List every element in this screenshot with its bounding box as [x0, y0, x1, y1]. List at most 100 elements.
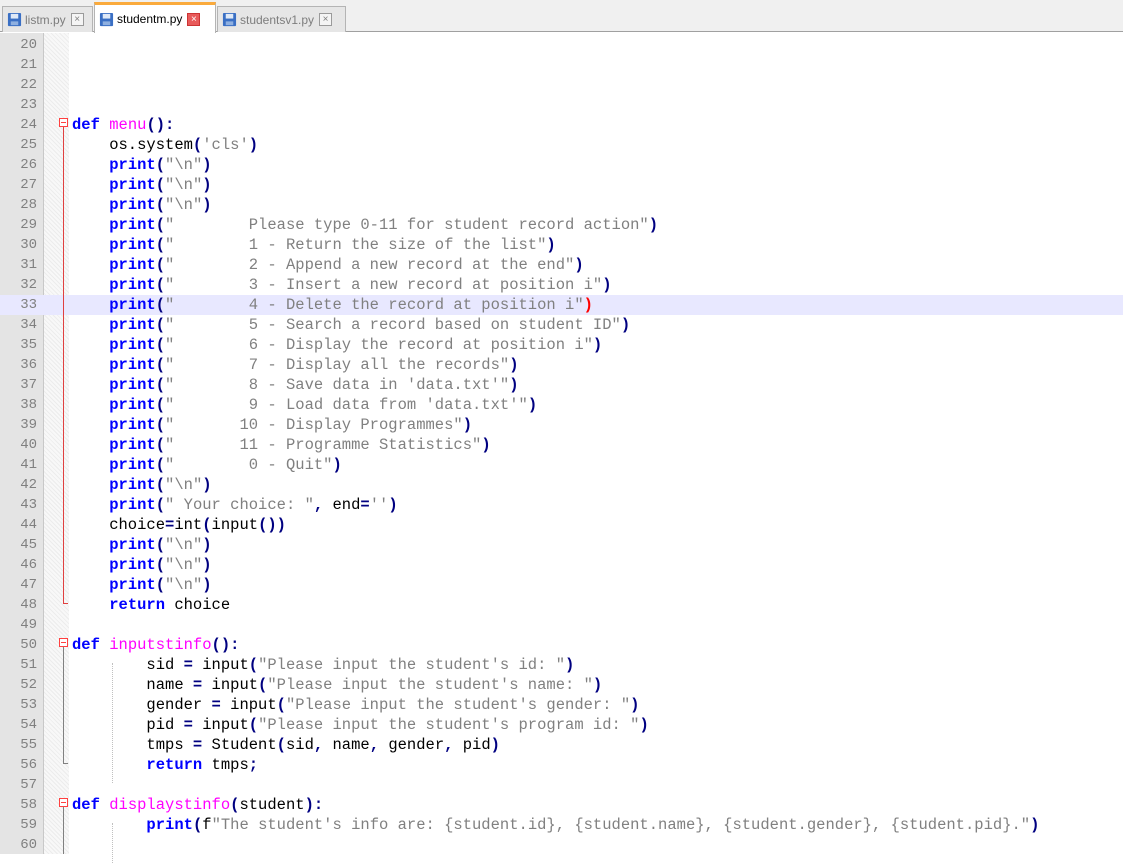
code-token: input [220, 696, 277, 714]
code-line[interactable]: 35 print(" 6 - Display the record at pos… [0, 335, 1123, 355]
code-token: ( [155, 176, 166, 194]
code-line[interactable]: 23 [0, 95, 1123, 115]
code-token: ( [155, 256, 166, 274]
code-line[interactable]: 56 return tmps; [0, 755, 1123, 775]
code-token: f [202, 816, 212, 834]
code-line[interactable]: 60 [0, 835, 1123, 855]
fold-collapse-icon[interactable] [59, 118, 68, 127]
code-token: print [109, 356, 156, 374]
code-token: ( [155, 436, 166, 454]
code-line[interactable]: 46 print("\n") [0, 555, 1123, 575]
code-token: ( [202, 516, 212, 534]
fold-collapse-icon[interactable] [59, 638, 68, 647]
code-token: gender [72, 696, 212, 714]
code-text: print("\n") [72, 575, 211, 595]
code-text: print(" Your choice: ", end='') [72, 495, 397, 515]
line-number: 56 [20, 757, 37, 773]
close-icon[interactable]: × [187, 12, 201, 26]
code-line[interactable]: 49 [0, 615, 1123, 635]
code-line[interactable]: 45 print("\n") [0, 535, 1123, 555]
line-number: 29 [20, 217, 37, 233]
code-line[interactable]: 39 print(" 10 - Display Programmes") [0, 415, 1123, 435]
code-line[interactable]: 59 print(f"The student's info are: {stud… [0, 815, 1123, 835]
fold-collapse-icon[interactable] [59, 798, 68, 807]
code-token: ) [332, 456, 342, 474]
code-token: ) [490, 736, 500, 754]
code-line[interactable]: 27 print("\n") [0, 175, 1123, 195]
code-token: ) [509, 376, 519, 394]
code-line[interactable]: 53 gender = input("Please input the stud… [0, 695, 1123, 715]
code-line[interactable]: 52 name = input("Please input the studen… [0, 675, 1123, 695]
code-line[interactable]: 25 os.system('cls') [0, 135, 1123, 155]
code-token: print [109, 176, 156, 194]
tab-studentsv1[interactable]: studentsv1.py × [217, 6, 346, 32]
code-token: , [369, 736, 380, 754]
tab-studentm[interactable]: studentm.py × [94, 2, 216, 33]
code-line[interactable]: 41 print(" 0 - Quit") [0, 455, 1123, 475]
code-line[interactable]: 30 print(" 1 - Return the size of the li… [0, 235, 1123, 255]
code-line[interactable]: 22 [0, 75, 1123, 95]
code-token: ) [630, 696, 640, 714]
code-line[interactable]: 38 print(" 9 - Load data from 'data.txt'… [0, 395, 1123, 415]
code-line[interactable]: 24 def menu(): [0, 115, 1123, 135]
code-token: ( [155, 236, 166, 254]
code-text: print("\n") [72, 155, 211, 175]
code-token: " 2 - Append a new record at the end" [165, 256, 575, 274]
code-token: " Your choice: " [165, 496, 314, 514]
code-line[interactable]: 32 print(" 3 - Insert a new record at po… [0, 275, 1123, 295]
code-token: def [72, 636, 100, 654]
code-line[interactable]: 34 print(" 5 - Search a record based on … [0, 315, 1123, 335]
tab-listm[interactable]: listm.py × [2, 6, 93, 32]
line-number: 28 [20, 197, 37, 213]
code-line[interactable]: 33 print(" 4 - Delete the record at posi… [0, 295, 1123, 315]
code-token: ( [155, 216, 166, 234]
code-token: pid [453, 736, 491, 754]
code-line[interactable]: 43 print(" Your choice: ", end='') [0, 495, 1123, 515]
code-token: ; [248, 756, 259, 774]
code-token: "Please input the student's name: " [267, 676, 593, 694]
code-line[interactable]: 37 print(" 8 - Save data in 'data.txt'") [0, 375, 1123, 395]
code-line[interactable]: 58 def displaystinfo(student): [0, 795, 1123, 815]
code-line[interactable]: 51 sid = input("Please input the student… [0, 655, 1123, 675]
code-token: ( [155, 496, 166, 514]
close-icon[interactable]: × [70, 13, 84, 26]
code-token: ( [155, 556, 166, 574]
code-line[interactable]: 31 print(" 2 - Append a new record at th… [0, 255, 1123, 275]
code-text: gender = input("Please input the student… [72, 695, 639, 715]
code-line[interactable]: 44 choice=int(input()) [0, 515, 1123, 535]
code-token: " 5 - Search a record based on student I… [165, 316, 621, 334]
fold-end [63, 763, 68, 764]
close-icon[interactable]: × [319, 13, 333, 26]
code-line[interactable]: 50 def inputstinfo(): [0, 635, 1123, 655]
code-line[interactable]: 40 print(" 11 - Programme Statistics") [0, 435, 1123, 455]
code-token: print [109, 196, 156, 214]
code-token: print [109, 536, 156, 554]
code-token: ) [202, 476, 212, 494]
code-line[interactable]: 26 print("\n") [0, 155, 1123, 175]
code-line[interactable]: 28 print("\n") [0, 195, 1123, 215]
code-text: print(" 2 - Append a new record at the e… [72, 255, 583, 275]
code-line[interactable]: 21 [0, 55, 1123, 75]
code-editor[interactable]: 20 21 22 23 24 def menu(): 25 os.system('cls')… [0, 33, 1123, 863]
code-token: int [174, 516, 203, 534]
code-token: " 6 - Display the record at position i" [165, 336, 593, 354]
code-line[interactable]: 54 pid = input("Please input the student… [0, 715, 1123, 735]
code-line[interactable]: 36 print(" 7 - Display all the records") [0, 355, 1123, 375]
code-line[interactable]: 55 tmps = Student(sid, name, gender, pid… [0, 735, 1123, 755]
code-line[interactable]: 29 print(" Please type 0-11 for student … [0, 215, 1123, 235]
code-text: pid = input("Please input the student's … [72, 715, 648, 735]
code-line[interactable]: 57 [0, 775, 1123, 795]
code-line[interactable]: 42 print("\n") [0, 475, 1123, 495]
code-line[interactable]: 48 return choice [0, 595, 1123, 615]
code-line[interactable]: 20 [0, 35, 1123, 55]
code-token: ) [527, 396, 538, 414]
code-line[interactable]: 47 print("\n") [0, 575, 1123, 595]
